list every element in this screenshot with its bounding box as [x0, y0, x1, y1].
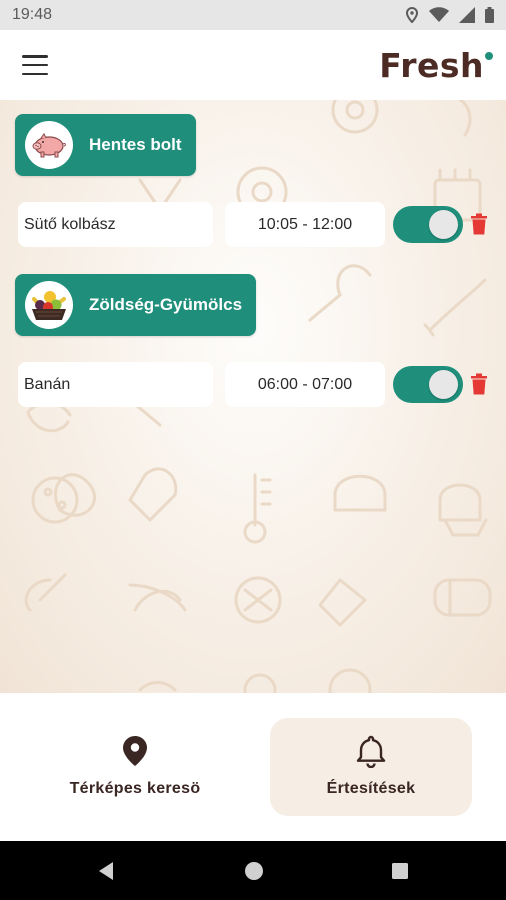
- app-logo-text: Fresh: [379, 45, 484, 85]
- signal-icon: [459, 7, 475, 23]
- shop-header-zoldseg-gyumolcs[interactable]: Zöldség-Gyümölcs: [15, 274, 257, 336]
- home-icon[interactable]: [232, 841, 276, 900]
- fruit-basket-icon: [25, 281, 73, 329]
- item-time-range[interactable]: 10:05 - 12:00: [225, 202, 385, 247]
- wifi-icon: [429, 7, 449, 22]
- menu-icon[interactable]: [22, 55, 48, 75]
- map-pin-icon: [123, 736, 147, 766]
- shop-name: Zöldség-Gyümölcs: [89, 295, 243, 314]
- shop-name: Hentes bolt: [89, 135, 182, 154]
- item-name: Banán: [18, 362, 213, 407]
- list-item: Banán 06:00 - 07:00: [18, 362, 498, 407]
- bottom-navigation: Térképes keresö Értesítések: [0, 693, 506, 841]
- bell-icon: [356, 735, 386, 768]
- status-time: 19:48: [12, 6, 53, 23]
- item-name: Sütő kolbász: [18, 202, 213, 247]
- battery-icon: [485, 7, 494, 23]
- delete-icon[interactable]: [470, 213, 488, 235]
- status-bar: 19:48: [0, 0, 506, 30]
- shop-header-hentes-bolt[interactable]: Hentes bolt: [15, 114, 196, 176]
- notification-toggle[interactable]: [393, 366, 463, 403]
- notification-toggle[interactable]: [393, 206, 463, 243]
- list-item: Sütő kolbász 10:05 - 12:00: [18, 202, 498, 247]
- item-time-range[interactable]: 06:00 - 07:00: [225, 362, 385, 407]
- nav-notifications[interactable]: Értesítések: [270, 718, 472, 816]
- app-logo: Fresh: [379, 45, 493, 85]
- toggle-knob: [429, 370, 458, 399]
- location-icon: [405, 7, 419, 23]
- back-icon[interactable]: [84, 841, 128, 900]
- notifications-content: Hentes bolt Sütő kolbász 10:05 - 12:00 Z…: [0, 100, 506, 693]
- system-navigation-bar: [0, 841, 506, 900]
- logo-dot: [485, 51, 493, 60]
- app-bar: Fresh: [0, 30, 506, 100]
- nav-label: Értesítések: [326, 780, 416, 797]
- nav-map-search[interactable]: Térképes keresö: [34, 718, 236, 816]
- delete-icon[interactable]: [470, 373, 488, 395]
- nav-label: Térképes keresö: [69, 780, 201, 797]
- toggle-knob: [429, 210, 458, 239]
- recents-icon[interactable]: [378, 841, 422, 900]
- pig-icon: [25, 121, 73, 169]
